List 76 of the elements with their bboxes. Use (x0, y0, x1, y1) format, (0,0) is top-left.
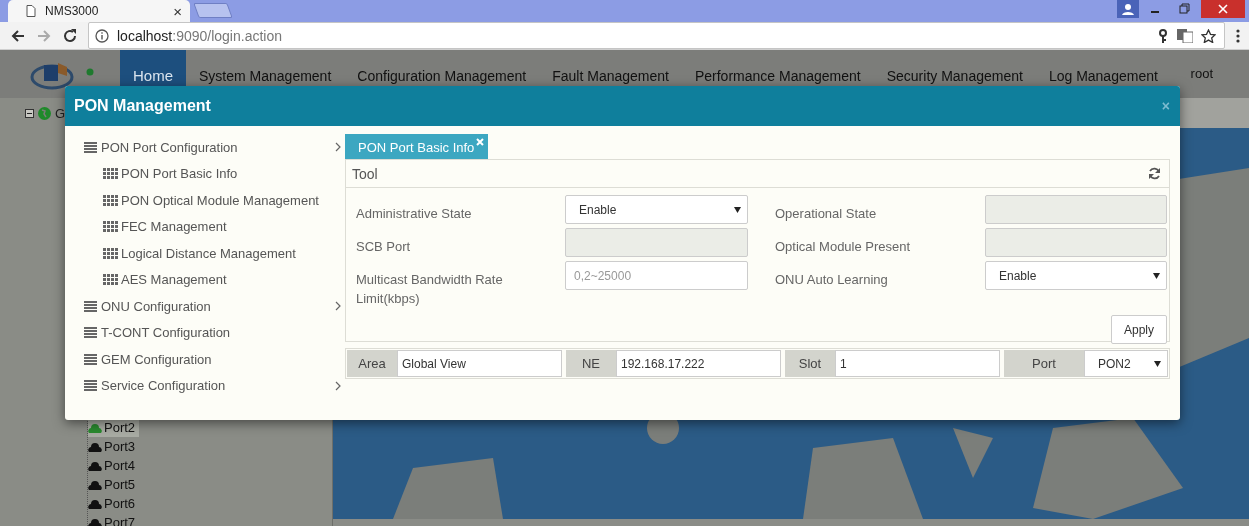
caret-icon (734, 206, 741, 213)
reload-icon[interactable] (62, 27, 78, 44)
user-icon[interactable] (1117, 0, 1139, 18)
field-label: Operational State (775, 205, 878, 223)
panel-title: Tool (352, 165, 378, 182)
submenu-item[interactable]: FEC Management (84, 213, 345, 240)
list-icon (84, 326, 97, 340)
tree-item[interactable]: Port5 (88, 475, 140, 494)
submenu-item[interactable]: AES Management (84, 266, 345, 293)
cloud-icon (88, 516, 102, 526)
chevron-icon (335, 380, 341, 391)
submenu-item[interactable]: Logical Distance Management (84, 240, 345, 267)
tree-node-label[interactable]: G (55, 106, 66, 121)
page-icon (26, 5, 36, 17)
key-icon[interactable] (1157, 28, 1169, 43)
grid-icon (103, 193, 118, 207)
submenu-item[interactable]: PON Port Basic Info (84, 160, 345, 187)
collapse-icon[interactable] (25, 109, 34, 118)
menu-item[interactable]: PON Port Configuration (84, 134, 345, 161)
cloud-icon (88, 478, 102, 491)
cloud-icon (88, 440, 102, 453)
menu-item[interactable]: ONU Configuration (84, 293, 345, 320)
tab-close-button[interactable]: × (173, 2, 182, 20)
close-icon[interactable] (476, 138, 485, 146)
list-icon (84, 379, 97, 393)
tab-title: NMS3000 (45, 4, 100, 18)
user-name[interactable]: root (1190, 66, 1213, 98)
dialog-title: PON Management (74, 97, 211, 115)
menu-item[interactable]: GEM Configuration (84, 346, 345, 373)
refresh-icon[interactable] (1148, 167, 1161, 180)
field-label: Optical Module Present (775, 238, 912, 256)
dropdown[interactable]: Enable (985, 261, 1167, 290)
url-text: localhost:9090/login.action (117, 27, 283, 44)
field-label: ONU Auto Learning (775, 271, 889, 289)
globe-icon (38, 107, 51, 120)
address-bar[interactable]: localhost:9090/login.action (88, 22, 1225, 49)
cloud-icon (88, 497, 102, 510)
list-icon (84, 352, 97, 366)
field-label: NE (566, 350, 616, 377)
dropdown[interactable]: Enable (565, 195, 748, 224)
apply-button[interactable]: Apply (1110, 315, 1167, 344)
grid-icon (103, 167, 118, 181)
field-label: Administrative State (356, 205, 473, 223)
tree-item[interactable]: Port3 (88, 437, 140, 456)
field-label: Multicast Bandwidth Rate Limit(kbps) (356, 271, 504, 308)
tree-item[interactable]: Port6 (88, 494, 140, 513)
cloud-icon (88, 421, 102, 434)
caret-icon (1154, 360, 1161, 367)
field-label: SCB Port (356, 238, 412, 256)
grid-icon (103, 246, 118, 260)
info-icon (95, 28, 109, 43)
list-icon (84, 299, 97, 313)
input-field[interactable]: 192.168.17.222 (616, 350, 781, 377)
list-icon (84, 140, 97, 154)
browser-tab[interactable]: NMS3000 × (8, 0, 190, 22)
chevron-icon (335, 142, 341, 153)
input-field[interactable]: 1 (835, 350, 1000, 377)
caret-icon (1153, 272, 1160, 279)
submenu-item[interactable]: PON Optical Module Management (84, 187, 345, 214)
dropdown[interactable]: PON2 (1084, 350, 1168, 377)
grid-icon (103, 273, 118, 287)
input-field[interactable]: 0,2~25000 (565, 261, 748, 290)
menu-item[interactable]: Service Configuration (84, 372, 345, 399)
tree-item[interactable]: Port4 (88, 456, 140, 475)
close-icon[interactable] (1201, 0, 1245, 18)
field-label: Area (347, 350, 397, 377)
field-label: Port (1004, 350, 1084, 377)
back-icon[interactable] (10, 27, 26, 44)
grid-icon (103, 220, 118, 234)
input-field[interactable]: Global View (397, 350, 562, 377)
menu-item[interactable]: T-CONT Configuration (84, 319, 345, 346)
menu-icon[interactable] (1235, 27, 1241, 44)
chevron-icon (335, 301, 341, 312)
cloud-icon (88, 459, 102, 472)
star-icon[interactable] (1201, 28, 1216, 43)
field-label: Slot (785, 350, 835, 377)
